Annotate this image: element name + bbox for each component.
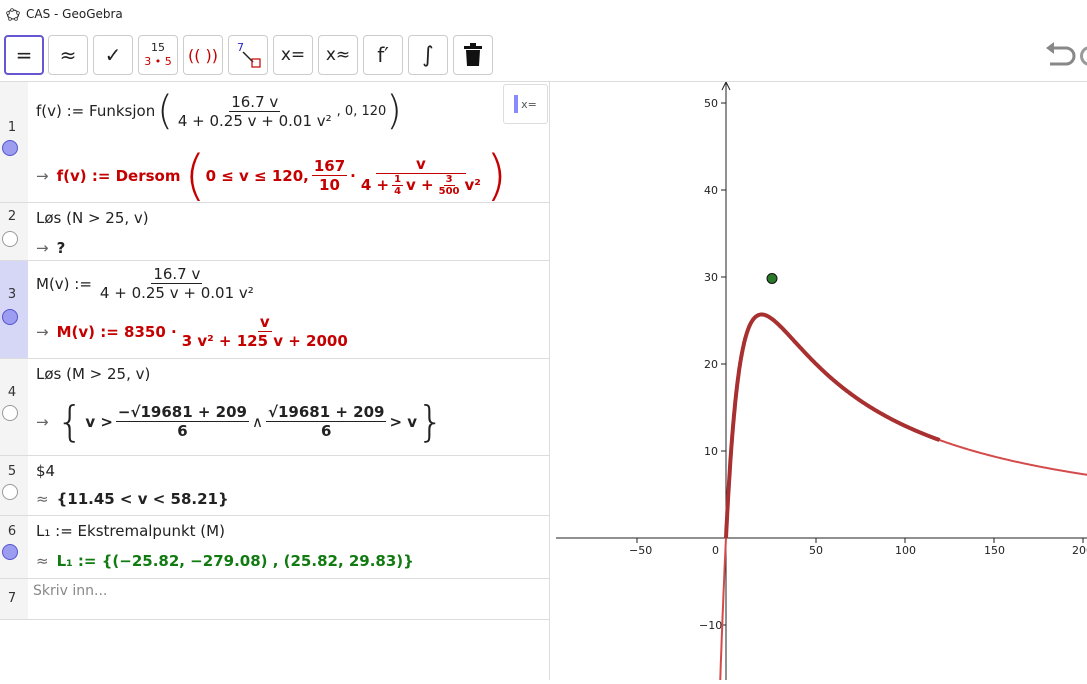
visibility-toggle[interactable] [2,140,18,156]
row-number: 1 [7,120,17,135]
cas-row-5[interactable]: 5 $4 ≈ {11.45 < v < 58.21} [0,456,549,516]
cas-toolbar: = ≈ ✓ 15 3 • 5 (( )) 7 x= x≈ f′ ∫ [0,28,1087,82]
row-output: →? [36,239,66,257]
visibility-toggle[interactable] [2,231,18,247]
y-tick: 20 [704,358,718,371]
solve-numeric-button[interactable]: x≈ [318,35,358,75]
row-number: 2 [7,209,17,224]
graphics-view[interactable]: −50 0 50 100 150 200 50 40 30 20 10 −10 [556,81,1087,684]
integral-label: ∫ [422,42,434,68]
row-number: 7 [7,591,17,606]
x-tick: 200 [1072,544,1087,557]
keep-input-button[interactable]: ✓ [93,35,133,75]
factor-top-label: 15 [151,41,165,54]
cas-row-7[interactable]: 7 Skriv inn... [0,579,549,620]
derivative-button[interactable]: f′ [363,35,403,75]
cas-row-1[interactable]: 1 f(v) := Funksjon ( 16.7 v 4 + 0.25 v +… [0,82,549,207]
factor-button[interactable]: 15 3 • 5 [138,35,178,75]
row-output: → f(v) := Dersom ( 0 ≤ v ≤ 120, 167 10 ·… [36,144,507,207]
algebra-input-toggle[interactable]: x= [503,84,548,124]
y-tick: 30 [704,271,718,284]
solve-label: x= [280,45,306,65]
substitute-digit: 7 [237,41,244,54]
row-number: 5 [7,464,17,479]
geogebra-logo-icon [6,8,20,21]
solve-button[interactable]: x= [273,35,313,75]
function-M-curve[interactable] [719,313,1087,684]
visibility-toggle[interactable] [2,544,18,560]
x-tick: 50 [809,544,823,557]
visibility-toggle[interactable] [2,405,18,421]
function-f-curve[interactable] [724,312,941,539]
evaluate-label: = [15,43,33,67]
window-title: CAS - GeoGebra [26,7,123,21]
row-number: 4 [7,385,17,400]
integral-button[interactable]: ∫ [408,35,448,75]
derivative-label: f′ [377,43,389,67]
delete-button[interactable] [453,35,493,75]
substitute-button[interactable]: 7 [228,35,268,75]
cas-row-2[interactable]: 2 Løs (N > 25, v) →? [0,203,549,261]
x-tick: −50 [629,544,652,557]
title-bar: CAS - GeoGebra [0,0,1087,28]
solve-numeric-label: x≈ [325,45,351,65]
row-input[interactable]: $4 [36,462,55,480]
row-input[interactable]: L₁ := Ekstremalpunkt (M) [36,522,225,540]
row-input[interactable]: M(v) := 16.7 v 4 + 0.25 v + 0.01 v² [36,265,259,302]
expand-label: (( )) [187,45,219,65]
x-tick: 0 [712,544,719,557]
numeric-button[interactable]: ≈ [48,35,88,75]
cas-row-3[interactable]: 3 M(v) := 16.7 v 4 + 0.25 v + 0.01 v² → … [0,261,549,359]
y-tick: 10 [704,445,718,458]
extremum-point-L1[interactable] [766,273,778,284]
row-input[interactable]: f(v) := Funksjon ( 16.7 v 4 + 0.25 v + 0… [36,88,402,134]
y-tick: 50 [704,97,718,110]
row-output: ≈ L₁ := {(−25.82, −279.08) , (25.82, 29.8… [36,552,414,570]
redo-icon[interactable] [1080,46,1087,66]
cas-row-6[interactable]: 6 L₁ := Ekstremalpunkt (M) ≈ L₁ := {(−25.… [0,516,549,579]
cas-input-field[interactable]: Skriv inn... [33,583,107,599]
cas-row-4[interactable]: 4 Løs (M > 25, v) → { v > −√19681 + 209 … [0,359,549,456]
row-number: 6 [7,524,17,539]
x-tick-labels: −50 0 50 100 150 200 [629,538,1087,557]
y-tick: 40 [704,184,718,197]
visibility-toggle[interactable] [2,309,18,325]
keep-input-label: ✓ [104,43,122,67]
factor-bottom-label: 3 • 5 [144,55,172,68]
undo-icon[interactable] [1044,40,1076,70]
row-input[interactable]: Løs (M > 25, v) [36,365,150,383]
row-input[interactable]: Løs (N > 25, v) [36,209,149,227]
graph-canvas[interactable]: −50 0 50 100 150 200 50 40 30 20 10 −10 [556,81,1087,684]
y-tick: −10 [699,619,722,632]
x-tick: 100 [895,544,916,557]
substitute-icon: 7 [237,41,261,68]
x-tick: 150 [984,544,1005,557]
row-number: 3 [7,287,17,302]
expand-button[interactable]: (( )) [183,35,223,75]
trash-icon [464,43,482,66]
row-output: → { v > −√19681 + 209 6 ∧ √19681 + 209 6… [36,397,444,446]
visibility-toggle[interactable] [2,484,18,500]
numeric-label: ≈ [59,43,77,67]
row-output: → M(v) := 8350 · v 3 v² + 125 v + 2000 [36,313,348,350]
evaluate-button[interactable]: = [4,35,44,75]
row-output: ≈ {11.45 < v < 58.21} [36,490,229,508]
cas-view: 1 f(v) := Funksjon ( 16.7 v 4 + 0.25 v +… [0,82,550,680]
